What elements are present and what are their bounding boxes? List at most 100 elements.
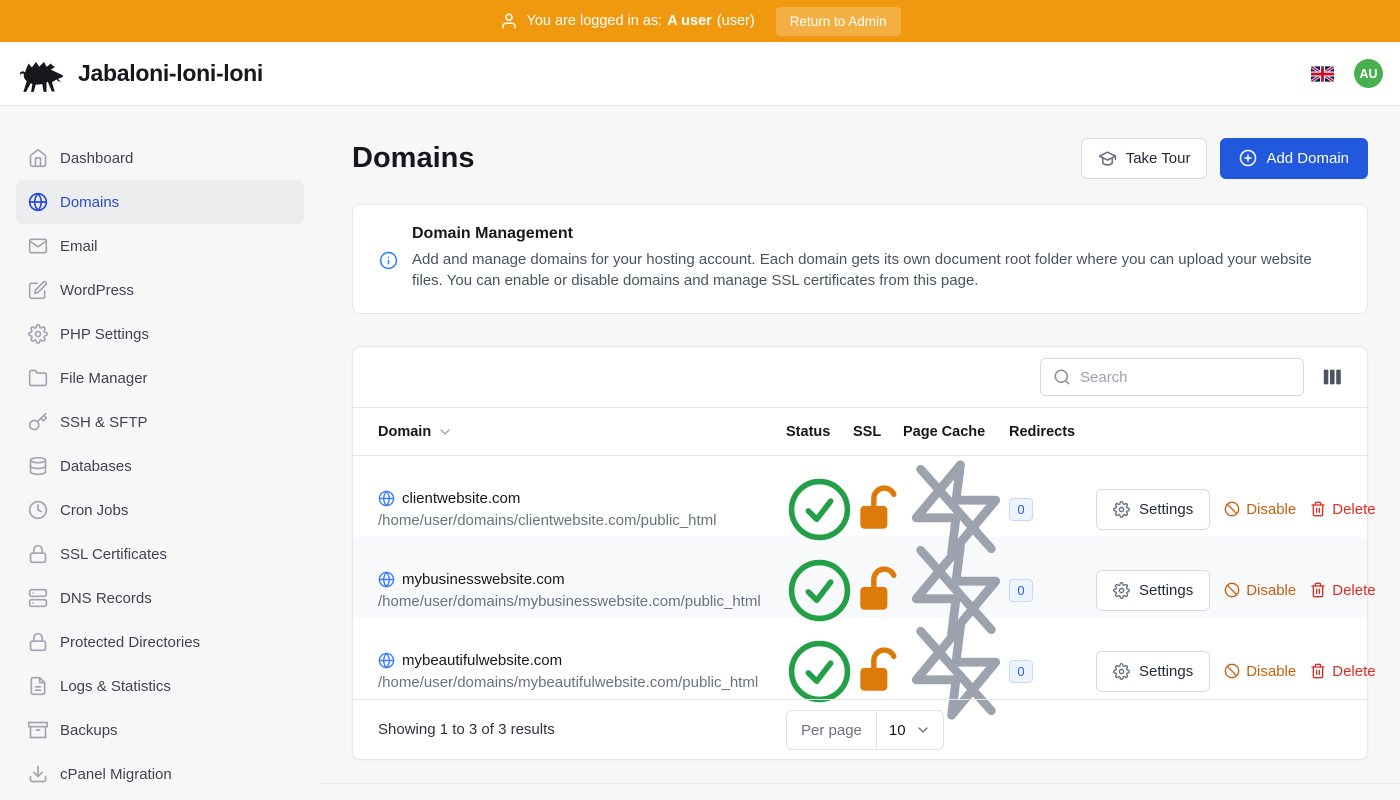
status-enabled-icon: [786, 557, 853, 624]
avatar[interactable]: AU: [1354, 59, 1383, 88]
archive-icon: [28, 720, 48, 740]
sidebar-item-cron-jobs[interactable]: Cron Jobs: [16, 488, 304, 532]
sidebar-item-dns-records[interactable]: DNS Records: [16, 576, 304, 620]
sidebar-item-databases[interactable]: Databases: [16, 444, 304, 488]
search-box: [1040, 358, 1304, 396]
trash-icon: [1310, 663, 1326, 679]
redirects-badge[interactable]: 0: [1009, 660, 1033, 683]
sidebar-item-backups[interactable]: Backups: [16, 708, 304, 752]
edit-icon: [28, 280, 48, 300]
table-footer: Showing 1 to 3 of 3 results Per page 10: [353, 699, 1367, 759]
columns-toggle-button[interactable]: [1321, 366, 1343, 388]
footer-divider: [320, 783, 1400, 784]
plus-circle-icon: [1239, 149, 1257, 167]
file-text-icon: [28, 676, 48, 696]
table-row: clientwebsite.com /home/user/domains/cli…: [353, 456, 1367, 537]
sidebar-item-php-settings[interactable]: PHP Settings: [16, 312, 304, 356]
column-header-domain[interactable]: Domain: [378, 424, 786, 440]
home-icon: [28, 148, 48, 168]
per-page-select[interactable]: 10: [877, 711, 943, 749]
gear-icon: [1113, 501, 1130, 518]
chevron-down-icon: [915, 722, 931, 738]
column-header-redirects: Redirects: [1009, 424, 1096, 440]
sidebar-item-dashboard[interactable]: Dashboard: [16, 136, 304, 180]
impersonation-prefix: You are logged in as:: [527, 13, 663, 29]
folder-icon: [28, 368, 48, 388]
disable-button[interactable]: Disable: [1224, 582, 1296, 599]
settings-button[interactable]: Settings: [1096, 570, 1210, 611]
sort-chevron-down-icon: [437, 424, 453, 440]
gear-icon: [1113, 663, 1130, 680]
server-icon: [28, 588, 48, 608]
return-to-admin-button[interactable]: Return to Admin: [776, 7, 901, 36]
status-enabled-icon: [786, 638, 853, 705]
add-domain-button[interactable]: Add Domain: [1220, 138, 1368, 179]
trash-icon: [1310, 582, 1326, 598]
settings-button[interactable]: Settings: [1096, 489, 1210, 530]
app-root: You are logged in as: A user (user) Retu…: [0, 0, 1400, 800]
mail-icon: [28, 236, 48, 256]
per-page-value: 10: [889, 722, 906, 739]
domains-table-card: Domain Status SSL Page Cache Redirects c…: [352, 346, 1368, 760]
impersonated-user-role: (user): [717, 13, 755, 29]
take-tour-button[interactable]: Take Tour: [1081, 138, 1208, 179]
disable-button[interactable]: Disable: [1224, 663, 1296, 680]
gear-icon: [28, 324, 48, 344]
brand-name: Jabaloni-loni-loni: [78, 60, 263, 87]
key-icon: [28, 412, 48, 432]
info-content: Domain Management Add and manage domains…: [412, 225, 1327, 291]
app-header: Jabaloni-loni-loni AU: [0, 42, 1400, 106]
status-enabled-icon: [786, 476, 853, 543]
delete-button[interactable]: Delete: [1310, 582, 1375, 599]
table-row: mybusinesswebsite.com /home/user/domains…: [353, 537, 1367, 618]
table-body: clientwebsite.com /home/user/domains/cli…: [353, 456, 1367, 699]
uk-flag-icon[interactable]: [1311, 66, 1334, 82]
impersonation-message: You are logged in as: A user (user): [527, 13, 755, 29]
redirects-badge[interactable]: 0: [1009, 498, 1033, 521]
disable-button[interactable]: Disable: [1224, 501, 1296, 518]
globe-icon: [378, 652, 395, 669]
column-header-status: Status: [786, 424, 853, 440]
info-body: Add and manage domains for your hosting …: [412, 250, 1327, 291]
ssl-unlocked-icon[interactable]: [853, 565, 903, 615]
results-summary: Showing 1 to 3 of 3 results: [378, 721, 555, 738]
ssl-unlocked-icon[interactable]: [853, 646, 903, 696]
sidebar-item-email[interactable]: Email: [16, 224, 304, 268]
sidebar-item-protected-directories[interactable]: Protected Directories: [16, 620, 304, 664]
settings-button[interactable]: Settings: [1096, 651, 1210, 692]
sidebar-item-file-manager[interactable]: File Manager: [16, 356, 304, 400]
delete-button[interactable]: Delete: [1310, 663, 1375, 680]
ssl-unlocked-icon[interactable]: [853, 484, 903, 534]
page-title: Domains: [352, 136, 474, 180]
gear-icon: [1113, 582, 1130, 599]
sidebar-item-ssl-certificates[interactable]: SSL Certificates: [16, 532, 304, 576]
redirects-badge[interactable]: 0: [1009, 579, 1033, 602]
info-card: Domain Management Add and manage domains…: [352, 204, 1368, 314]
title-actions: Take Tour Add Domain: [1081, 138, 1368, 179]
domain-link[interactable]: mybeautifulwebsite.com: [402, 652, 562, 669]
column-header-ssl: SSL: [853, 424, 903, 440]
lock-icon: [28, 544, 48, 564]
graduation-cap-icon: [1098, 149, 1117, 168]
globe-icon: [28, 192, 48, 212]
per-page-label: Per page: [787, 711, 877, 749]
globe-icon: [378, 571, 395, 588]
sidebar-item-domains[interactable]: Domains: [16, 180, 304, 224]
header-right: AU: [1311, 59, 1383, 88]
sidebar-item-cpanel-migration[interactable]: cPanel Migration: [16, 752, 304, 796]
title-row: Domains Take Tour Add Domain: [352, 136, 1368, 180]
lock-icon: [28, 632, 48, 652]
per-page-control: Per page 10: [786, 710, 944, 750]
download-icon: [28, 764, 48, 784]
sidebar-item-logs-statistics[interactable]: Logs & Statistics: [16, 664, 304, 708]
trash-icon: [1310, 501, 1326, 517]
brand[interactable]: Jabaloni-loni-loni: [14, 54, 263, 94]
sidebar-item-wordpress[interactable]: WordPress: [16, 268, 304, 312]
globe-icon: [378, 490, 395, 507]
sidebar-item-ssh-sftp[interactable]: SSH & SFTP: [16, 400, 304, 444]
domain-link[interactable]: clientwebsite.com: [402, 490, 520, 507]
domain-link[interactable]: mybusinesswebsite.com: [402, 571, 565, 588]
search-input[interactable]: [1080, 369, 1291, 386]
delete-button[interactable]: Delete: [1310, 501, 1375, 518]
slash-circle-icon: [1224, 663, 1240, 679]
